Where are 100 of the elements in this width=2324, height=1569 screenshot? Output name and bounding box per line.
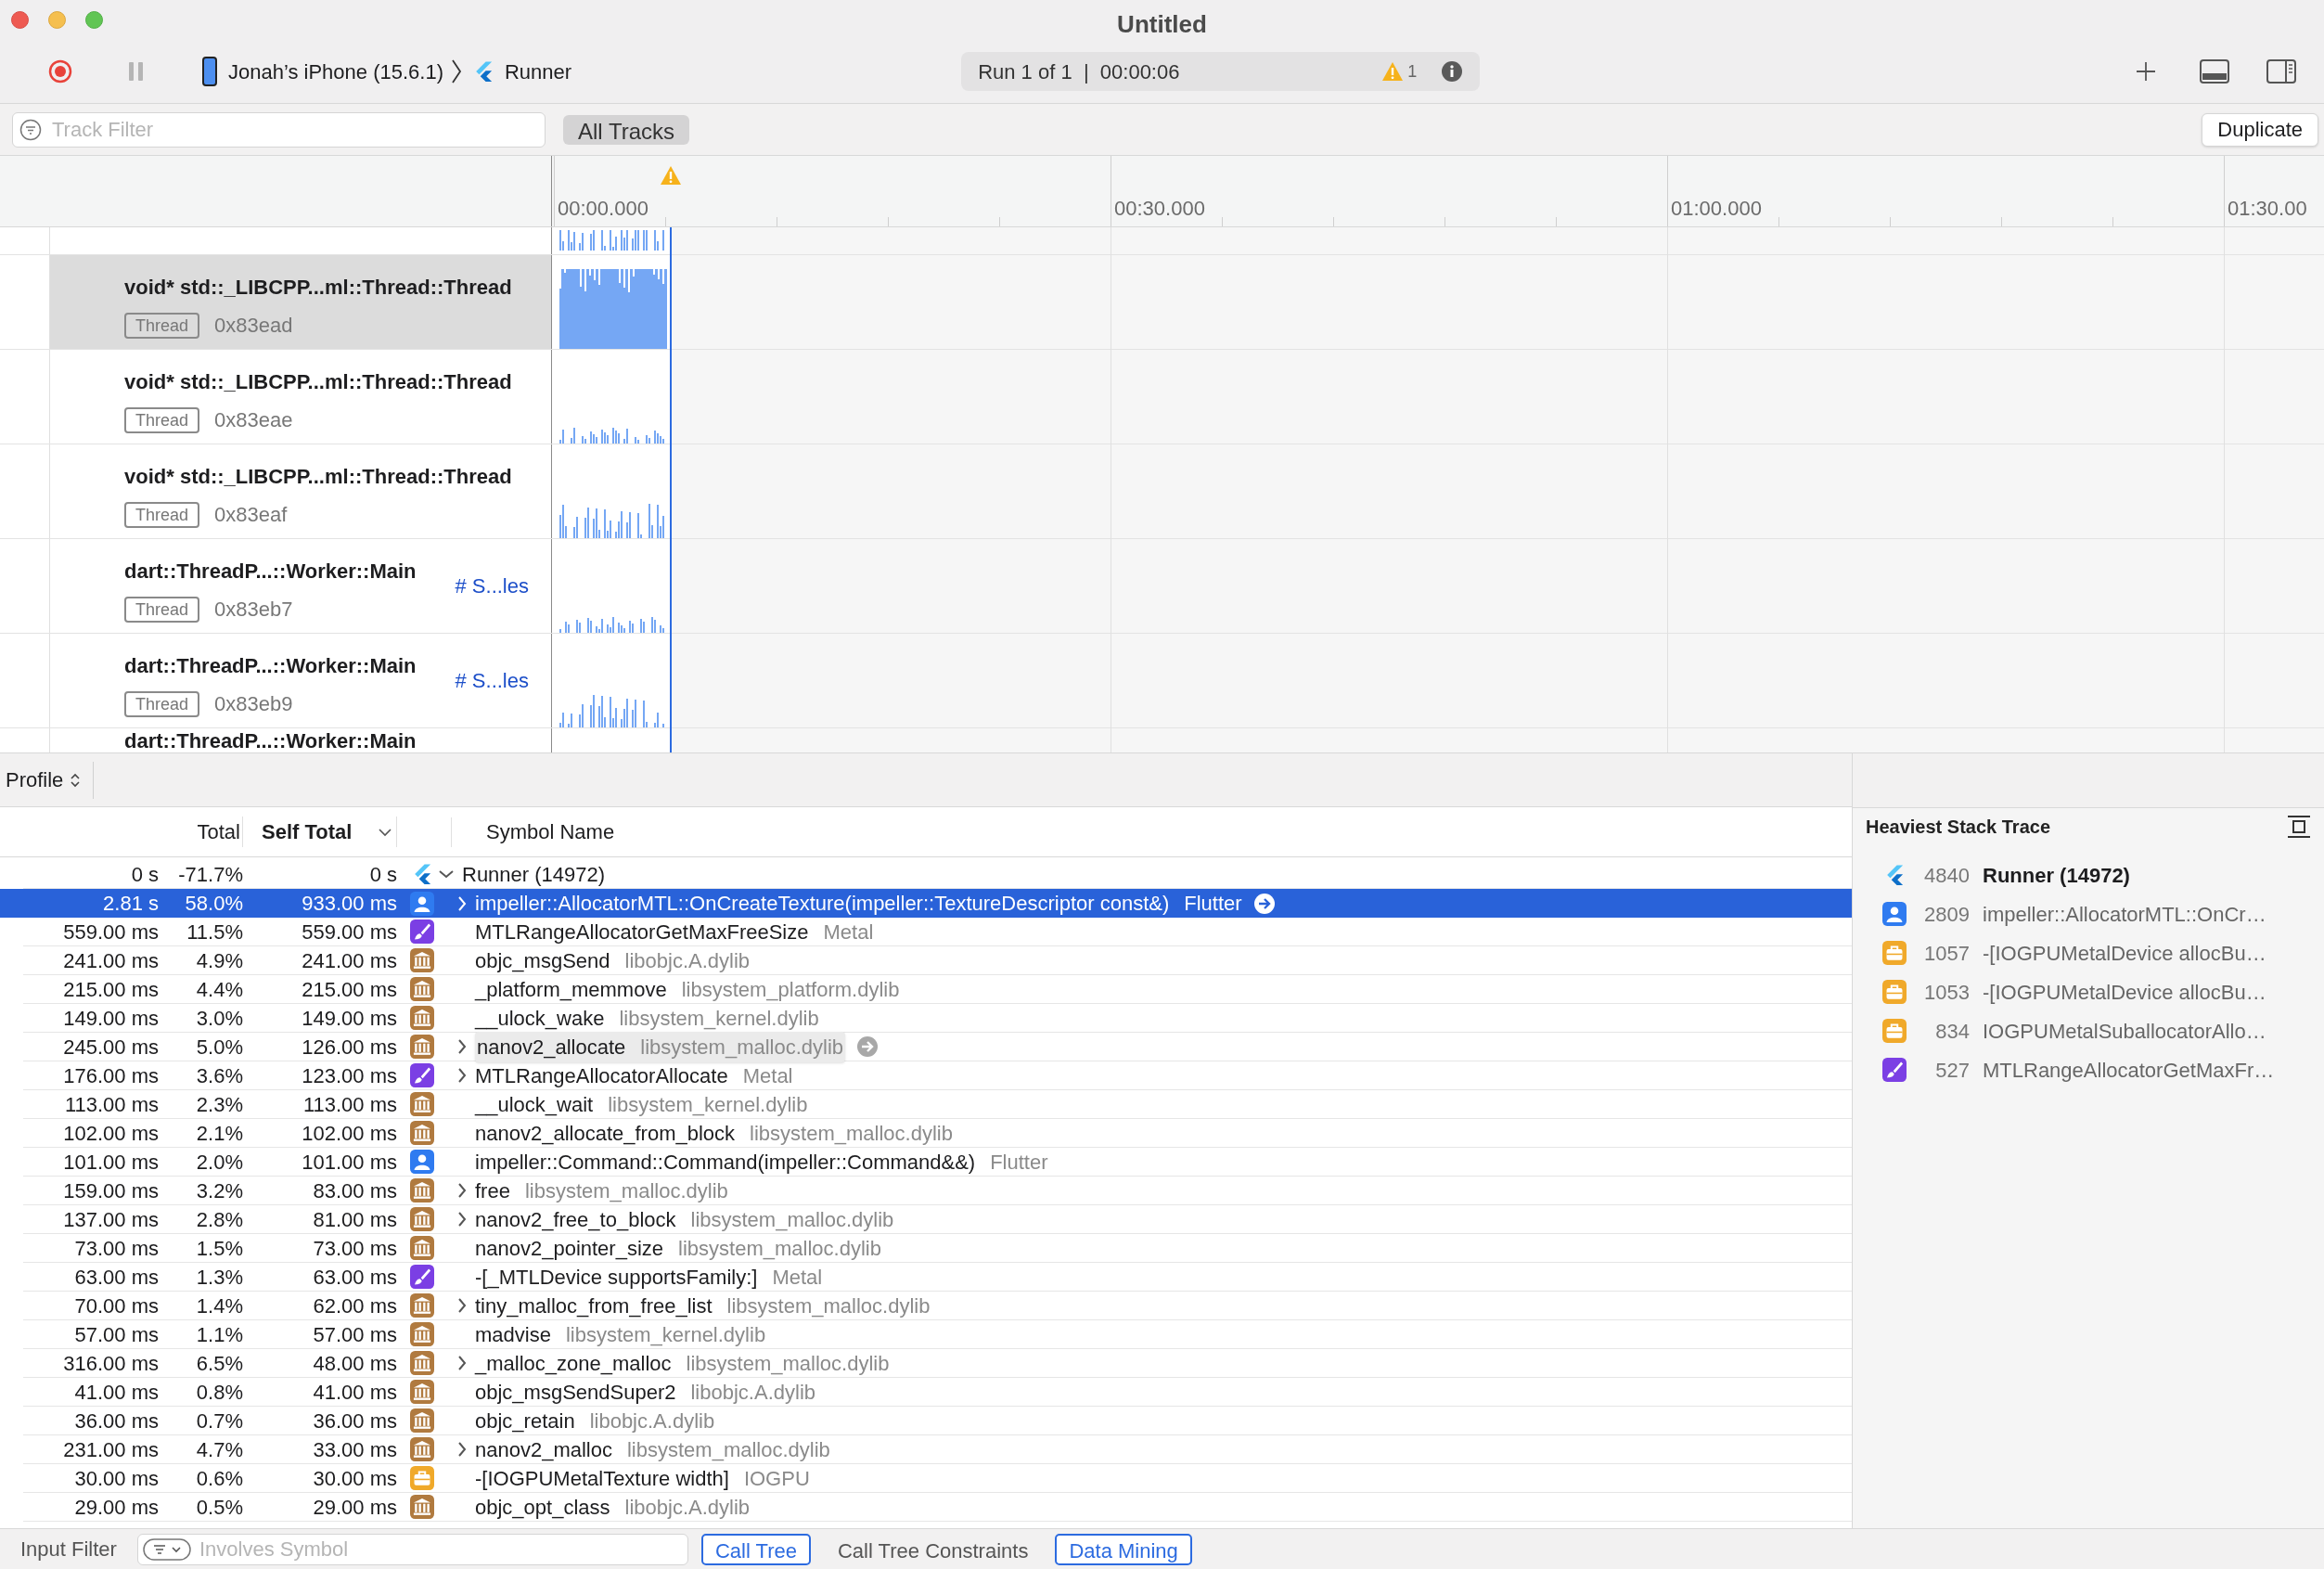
- call-tree-row[interactable]: 231.00 ms 4.7% 33.00 ms nanov2_malloc libsystem_malloc.dylib: [23, 1435, 1852, 1464]
- symbol-name: impeller::Command::Command(impeller::Command&&): [475, 1149, 976, 1176]
- target-selector[interactable]: Runner: [471, 56, 572, 87]
- total-time: 215.00 ms: [62, 976, 159, 1003]
- call-tree-row[interactable]: 29.00 ms 0.5% 29.00 ms objc_opt_class libobjc.A.dylib: [23, 1493, 1852, 1522]
- symbol-name: nanov2_pointer_size: [475, 1235, 664, 1262]
- samples-link[interactable]: # S...les: [455, 571, 529, 601]
- disclosure-chevron-icon[interactable]: [438, 868, 455, 880]
- samples-link[interactable]: # S...les: [455, 665, 529, 696]
- library-name: libobjc.A.dylib: [690, 1379, 815, 1406]
- symbol-name: impeller::AllocatorMTL::OnCreateTexture(impeller::TextureDescriptor const&): [475, 891, 1170, 917]
- column-header[interactable]: Total: [0, 817, 243, 847]
- stack-frame-row[interactable]: 834 IOGPUMetalSuballocatorAllo…: [1853, 1011, 2324, 1050]
- call-tree-row[interactable]: 101.00 ms 2.0% 101.00 ms impeller::Command::Command(impeller::Command&&) Flutter: [23, 1148, 1852, 1177]
- disclosure-chevron-icon[interactable]: [456, 1441, 468, 1458]
- symbol-name: nanov2_allocate: [477, 1034, 626, 1061]
- column-header[interactable]: Symbol Name: [486, 817, 615, 847]
- duplicate-button[interactable]: Duplicate: [2202, 112, 2318, 147]
- disclosure-chevron-icon[interactable]: [456, 1038, 468, 1055]
- record-button[interactable]: [48, 59, 72, 84]
- thread-name: dart::ThreadP...::Worker::Main: [124, 653, 417, 679]
- call-tree-row[interactable]: 2.81 s 58.0% 933.00 ms impeller::AllocatorMTL::OnCreateTexture(impeller::TextureDescriptor const&) Flutter: [0, 889, 1852, 918]
- symbol-filter-field[interactable]: Involves Symbol: [136, 1533, 688, 1565]
- frame-symbol: impeller::AllocatorMTL::OnCr…: [1983, 901, 2266, 928]
- call-tree-row[interactable]: 102.00 ms 2.1% 102.00 ms nanov2_allocate_from_block libsystem_malloc.dylib: [23, 1119, 1852, 1148]
- input-filter-label: Input Filter: [20, 1537, 117, 1563]
- call-tree-row[interactable]: 41.00 ms 0.8% 41.00 ms objc_msgSendSuper2 libobjc.A.dylib: [23, 1378, 1852, 1407]
- profile-view-menu[interactable]: Profile: [0, 761, 95, 799]
- call-tree-row[interactable]: 30.00 ms 0.6% 30.00 ms -[IOGPUMetalTexture width] IOGPU: [23, 1464, 1852, 1493]
- call-tree-row[interactable]: 113.00 ms 2.3% 113.00 ms __ulock_wait libsystem_kernel.dylib: [23, 1090, 1852, 1119]
- total-percent: 1.1%: [195, 1321, 243, 1348]
- total-percent: 0.8%: [195, 1379, 243, 1406]
- symbol-name: objc_msgSend: [475, 947, 610, 974]
- close-button[interactable]: [11, 11, 29, 30]
- time-tick-label: 00:30.000: [1114, 196, 1205, 222]
- stack-frame-row[interactable]: 4840 Runner (14972): [1853, 855, 2324, 894]
- call-tree-row[interactable]: 137.00 ms 2.8% 81.00 ms nanov2_free_to_block libsystem_malloc.dylib: [23, 1205, 1852, 1234]
- self-time: 102.00 ms: [301, 1120, 397, 1147]
- call-tree-row[interactable]: 63.00 ms 1.3% 63.00 ms -[_MTLDevice supportsFamily:] Metal: [23, 1263, 1852, 1292]
- time-tick-label: 00:00.000: [558, 196, 648, 222]
- columns-building-icon: [410, 1408, 434, 1433]
- up-down-chevron-icon: [71, 772, 81, 788]
- add-icon[interactable]: [2135, 60, 2157, 84]
- toolbox-icon: [1882, 980, 1907, 1004]
- columns-building-icon: [410, 1495, 434, 1519]
- total-percent: 3.2%: [195, 1177, 243, 1204]
- bottom-panel-icon[interactable]: [2200, 59, 2229, 84]
- call-tree-row[interactable]: 57.00 ms 1.1% 57.00 ms madvise libsystem_kernel.dylib: [23, 1320, 1852, 1349]
- call-tree-row[interactable]: 241.00 ms 4.9% 241.00 ms objc_msgSend libobjc.A.dylib: [23, 946, 1852, 975]
- stack-frame-row[interactable]: 527 MTLRangeAllocatorGetMaxFr…: [1853, 1050, 2324, 1089]
- disclosure-chevron-icon[interactable]: [456, 1067, 468, 1084]
- sample-count: 527: [1934, 1057, 1970, 1084]
- breadcrumb-chevron-icon: [451, 59, 462, 84]
- info-icon[interactable]: [1441, 60, 1464, 84]
- call-tree-row[interactable]: 245.00 ms 5.0% 126.00 ms nanov2_allocate libsystem_malloc.dylib: [23, 1033, 1852, 1061]
- call-tree-row[interactable]: 316.00 ms 6.5% 48.00 ms _malloc_zone_malloc libsystem_malloc.dylib: [23, 1349, 1852, 1378]
- device-selector[interactable]: Jonah’s iPhone (15.6.1): [202, 56, 443, 87]
- symbol-highlight[interactable]: nanov2_allocate libsystem_malloc.dylib: [475, 1031, 846, 1062]
- call-tree-row[interactable]: 176.00 ms 3.6% 123.00 ms MTLRangeAllocatorAllocate Metal: [23, 1061, 1852, 1090]
- track-header[interactable]: void* std::_LIBCPP...ml::Thread::Thread Thread 0x83ead: [49, 255, 551, 349]
- self-time: 33.00 ms: [312, 1436, 397, 1463]
- symbol-name: nanov2_free_to_block: [475, 1206, 676, 1233]
- disclosure-chevron-icon[interactable]: [456, 1355, 468, 1371]
- column-header[interactable]: Self Total: [243, 817, 397, 847]
- self-time: 149.00 ms: [301, 1005, 397, 1032]
- total-time: 113.00 ms: [63, 1091, 159, 1118]
- mode-toggle[interactable]: Data Mining: [1055, 1533, 1192, 1565]
- toolbox-icon: [1882, 941, 1907, 965]
- all-tracks-button[interactable]: All Tracks: [563, 114, 689, 145]
- self-time: 101.00 ms: [301, 1149, 397, 1176]
- side-panel-icon[interactable]: [2266, 59, 2296, 84]
- call-tree-row[interactable]: 215.00 ms 4.4% 215.00 ms _platform_memmove libsystem_platform.dylib: [23, 975, 1852, 1004]
- filter-menu-icon[interactable]: [142, 1537, 191, 1561]
- call-tree-row[interactable]: 36.00 ms 0.7% 36.00 ms objc_retain libobjc.A.dylib: [23, 1407, 1852, 1435]
- total-time: 231.00 ms: [62, 1436, 159, 1463]
- disclosure-chevron-icon[interactable]: [456, 1182, 468, 1199]
- call-tree-row[interactable]: 159.00 ms 3.2% 83.00 ms free libsystem_malloc.dylib: [23, 1177, 1852, 1205]
- self-time: 29.00 ms: [312, 1494, 397, 1521]
- mode-toggle[interactable]: Call Tree Constraints: [824, 1533, 1043, 1565]
- brush-icon: [410, 1063, 434, 1087]
- self-time: 215.00 ms: [301, 976, 397, 1003]
- call-tree-row[interactable]: 70.00 ms 1.4% 62.00 ms tiny_malloc_from_free_list libsystem_malloc.dylib: [23, 1292, 1852, 1320]
- total-time: 245.00 ms: [62, 1034, 159, 1061]
- columns-building-icon: [410, 1322, 434, 1346]
- mode-toggle[interactable]: Call Tree: [700, 1533, 811, 1565]
- stack-frame-row[interactable]: 2809 impeller::AllocatorMTL::OnCr…: [1853, 894, 2324, 933]
- stack-frame-row[interactable]: 1057 -[IOGPUMetalDevice allocBu…: [1853, 933, 2324, 972]
- stack-frame-row[interactable]: 1053 -[IOGPUMetalDevice allocBu…: [1853, 972, 2324, 1011]
- expand-icon[interactable]: [2287, 814, 2311, 839]
- frame-symbol: IOGPUMetalSuballocatorAllo…: [1983, 1018, 2266, 1045]
- window-title: Untitled: [1117, 9, 1207, 40]
- disclosure-chevron-icon[interactable]: [456, 1297, 468, 1314]
- track-filter-field[interactable]: Track Filter: [12, 111, 546, 148]
- thread-id: 0x83eae: [214, 407, 293, 433]
- call-tree-row[interactable]: 559.00 ms 11.5% 559.00 ms MTLRangeAllocatorGetMaxFreeSize Metal: [23, 918, 1852, 946]
- disclosure-chevron-icon[interactable]: [456, 1211, 468, 1228]
- self-time: 36.00 ms: [312, 1408, 397, 1434]
- disclosure-chevron-icon[interactable]: [456, 894, 468, 912]
- call-tree-row[interactable]: 73.00 ms 1.5% 73.00 ms nanov2_pointer_size libsystem_malloc.dylib: [23, 1234, 1852, 1263]
- thread-tag: Thread: [124, 406, 200, 433]
